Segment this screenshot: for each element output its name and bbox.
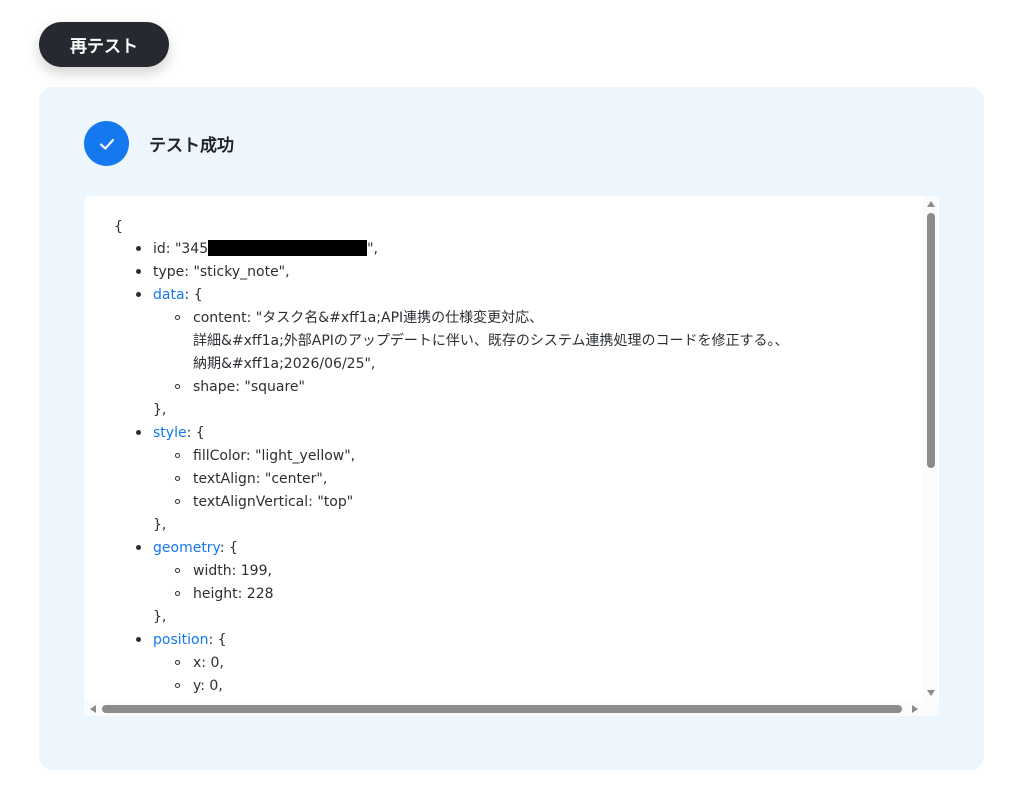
success-title: テスト成功 <box>149 136 234 156</box>
json-field-content-line3: 納期&#xff1a;2026/06/25", <box>193 356 376 372</box>
bullet-circle <box>175 476 180 481</box>
bullet-disc <box>136 246 141 251</box>
json-key-position-link[interactable]: position <box>153 632 208 648</box>
json-position-open: : { <box>208 632 227 648</box>
json-open-brace: { <box>114 219 123 235</box>
bullet-disc <box>136 269 141 274</box>
json-data-open: : { <box>184 287 203 303</box>
bullet-circle <box>175 315 180 320</box>
bullet-circle <box>175 568 180 573</box>
bullet-circle <box>175 384 180 389</box>
json-field-x: x: 0, <box>193 655 224 671</box>
json-key-geometry-link[interactable]: geometry <box>153 540 220 556</box>
json-field-textalign: textAlign: "center", <box>193 471 328 487</box>
json-output-content: { id: "345 ", type: "sticky_note", data: … <box>84 196 924 701</box>
json-field-y: y: 0, <box>193 678 223 694</box>
json-field-fillcolor: fillColor: "light_yellow", <box>193 448 356 464</box>
horizontal-scroll-thumb[interactable] <box>102 705 902 713</box>
scroll-up-arrow-icon[interactable] <box>927 201 935 207</box>
json-field-type: type: "sticky_note", <box>153 264 290 280</box>
json-field-style: style: { <box>153 422 205 445</box>
success-check-icon <box>84 121 129 166</box>
json-field-position: position: { <box>153 629 227 652</box>
json-field-content-line1: content: "タスク名&#xff1a;API連携の仕様変更対応、 <box>193 310 544 326</box>
bullet-circle <box>175 591 180 596</box>
json-field-shape: shape: "square" <box>193 379 305 395</box>
bullet-circle <box>175 453 180 458</box>
horizontal-scrollbar[interactable] <box>84 701 939 716</box>
json-geometry-close: }, <box>153 609 167 625</box>
bullet-disc <box>136 637 141 642</box>
json-field-textalignvertical: textAlignVertical: "top" <box>193 494 354 510</box>
json-key-style-link[interactable]: style <box>153 425 187 441</box>
scroll-right-arrow-icon[interactable] <box>912 705 918 713</box>
vertical-scroll-thumb[interactable] <box>927 213 935 468</box>
json-field-data: data: { <box>153 284 203 307</box>
bullet-circle <box>175 683 180 688</box>
json-geometry-open: : { <box>219 540 238 556</box>
bullet-disc <box>136 545 141 550</box>
scroll-down-arrow-icon[interactable] <box>927 690 935 696</box>
bullet-circle <box>175 660 180 665</box>
json-field-width: width: 199, <box>193 563 272 579</box>
json-style-close: }, <box>153 517 167 533</box>
bullet-disc <box>136 292 141 297</box>
json-field-geometry: geometry: { <box>153 537 238 560</box>
json-field-content-line2: 詳細&#xff1a;外部APIのアップデートに伴い、既存のシステム連携処理のコー… <box>193 333 789 349</box>
page: 再テスト テスト成功 { id: "345 ", type: "sticky_no… <box>0 0 1022 804</box>
json-style-open: : { <box>186 425 205 441</box>
check-icon <box>99 138 114 150</box>
test-result-panel: テスト成功 { id: "345 ", type: "sticky_note", … <box>39 87 984 770</box>
scroll-left-arrow-icon[interactable] <box>90 705 96 713</box>
json-field-height: height: 228 <box>193 586 274 602</box>
json-data-close: }, <box>153 402 167 418</box>
json-output-box[interactable]: { id: "345 ", type: "sticky_note", data: … <box>84 196 939 716</box>
vertical-scrollbar[interactable] <box>923 196 937 701</box>
bullet-circle <box>175 499 180 504</box>
json-key-data-link[interactable]: data <box>153 287 185 303</box>
json-field-id: id: "345 ", <box>153 238 378 261</box>
bullet-disc <box>136 430 141 435</box>
json-id-prefix: id: "345 <box>153 241 209 257</box>
retest-button[interactable]: 再テスト <box>39 22 169 67</box>
json-id-suffix: ", <box>367 241 378 257</box>
redacted-block <box>208 240 368 256</box>
